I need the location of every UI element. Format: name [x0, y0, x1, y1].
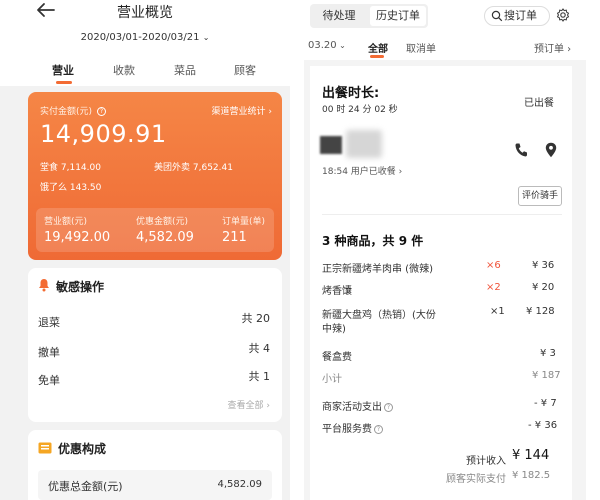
sensitive-ops-card: 敏感操作 退菜 共 20 撤单 共 4 免单 共 1 查看全部 ›: [28, 268, 282, 422]
channel-stats-link[interactable]: 渠道营业统计 ›: [212, 104, 273, 117]
view-all-link[interactable]: 查看全部 ›: [228, 398, 270, 411]
tab-revenue[interactable]: 营业: [52, 62, 74, 78]
tab-history[interactable]: 历史订单: [370, 6, 426, 26]
phone-icon[interactable]: [514, 142, 528, 158]
chevron-down-icon: ⌄: [336, 41, 346, 50]
order-card[interactable]: 出餐时长: 00 时 24 分 02 秒 已出餐 18:54 用户已收餐 › 评…: [310, 66, 572, 500]
revenue-stats-box: 营业额(元) 19,492.00 优惠金额(元) 4,582.09 订单量(单)…: [36, 208, 274, 252]
divider: [322, 214, 562, 215]
chevron-right-icon: ›: [395, 167, 403, 177]
customer-paid-label: 顾客实际支付: [446, 474, 506, 485]
tab-payments[interactable]: 收款: [113, 62, 135, 78]
ops-free-label[interactable]: 免单: [38, 372, 60, 388]
discount-breakdown-card: 优惠构成 优惠总金额(元) 4,582.09: [28, 430, 282, 500]
item-3-qty: ×1: [490, 306, 505, 317]
platform-fee-value: - ¥ 36: [528, 420, 558, 431]
discount-total-value: 4,582.09: [217, 479, 262, 490]
prep-time-label: 出餐时长:: [322, 86, 380, 101]
revenue-card: 实付金额(元) ? 渠道营业统计 › 14,909.91 堂食 7,114.00…: [28, 92, 282, 260]
item-1-qty: ×6: [486, 260, 501, 271]
channel-dinein: 堂食 7,114.00: [40, 163, 101, 173]
coupon-icon: [38, 442, 52, 454]
customer-paid-value: ¥ 182.5: [512, 470, 551, 481]
filter-preorder[interactable]: 预订单 ›: [534, 40, 571, 55]
box-fee-value: ¥ 3: [540, 348, 556, 359]
order-count-value: 211: [222, 230, 247, 245]
business-overview-panel: 营业概览 2020/03/01-2020/03/21 ⌄ 营业 收款 菜品 顾客…: [0, 0, 290, 500]
search-icon: [491, 10, 503, 22]
subtotal-value: ¥ 187: [532, 370, 561, 381]
prep-time-value: 00 时 24 分 02 秒: [322, 105, 398, 115]
discount-total-label: 优惠总金额(元): [48, 480, 123, 493]
gear-icon[interactable]: [556, 8, 570, 22]
tab-customers[interactable]: 顾客: [234, 62, 256, 78]
overview-header: 营业概览 2020/03/01-2020/03/21 ⌄ 营业 收款 菜品 顾客: [0, 0, 290, 86]
actual-amount-label: 实付金额(元) ?: [40, 104, 106, 117]
platform-fee-label: 平台服务费?: [322, 420, 383, 435]
discount-total-row: 优惠总金额(元) 4,582.09: [38, 470, 272, 500]
orders-header: 待处理 历史订单 搜订单 03.20 ⌄ 全部 取消单 预订单 ›: [304, 0, 586, 60]
bell-icon: [39, 279, 49, 292]
help-icon[interactable]: ?: [374, 425, 383, 434]
ops-cancel-label[interactable]: 撤单: [38, 344, 60, 360]
chevron-down-icon: ⌄: [202, 33, 210, 42]
filter-cancelled[interactable]: 取消单: [406, 40, 436, 55]
page-title: 营业概览: [117, 5, 173, 21]
help-icon[interactable]: ?: [384, 403, 393, 412]
tab-dishes[interactable]: 菜品: [174, 62, 196, 78]
discount-breakdown-title: 优惠构成: [58, 442, 107, 456]
item-3-name-cont: 中辣): [322, 324, 346, 335]
orders-panel: 待处理 历史订单 搜订单 03.20 ⌄ 全部 取消单 预订单 › 出餐时长: …: [304, 0, 586, 500]
help-icon[interactable]: ?: [96, 107, 106, 116]
rate-rider-button[interactable]: 评价骑手: [518, 186, 562, 206]
order-status: 已出餐: [524, 98, 554, 109]
ops-free-count: 共 1: [248, 370, 271, 383]
search-orders-button[interactable]: 搜订单: [484, 6, 550, 26]
merchant-activity-label: 商家活动支出?: [322, 398, 393, 413]
date-range-selector[interactable]: 2020/03/01-2020/03/21 ⌄: [0, 32, 290, 43]
turnover-label: 营业额(元): [44, 217, 88, 227]
actual-amount-value: 14,909.91: [40, 120, 167, 148]
turnover-value: 19,492.00: [44, 230, 111, 245]
expected-income-label: 预计收入: [466, 456, 506, 467]
item-1-price: ¥ 36: [532, 260, 555, 271]
merchant-activity-value: - ¥ 7: [534, 398, 557, 409]
item-3-price: ¥ 128: [526, 306, 555, 317]
order-segment-control: 待处理 历史订单: [310, 4, 428, 28]
expected-income-value: ¥ 144: [512, 448, 550, 463]
items-summary: 3 种商品，共 9 件: [322, 234, 424, 248]
subtotal-label: 小计: [322, 374, 342, 385]
search-orders-label: 搜订单: [504, 9, 537, 22]
filter-date[interactable]: 03.20 ⌄: [308, 40, 346, 51]
item-3-name: 新疆大盘鸡（热销）(大份: [322, 310, 436, 321]
customer-name-redacted: [346, 130, 382, 158]
discount-label: 优惠金额(元): [136, 217, 189, 227]
location-pin-icon[interactable]: [544, 142, 558, 158]
order-count-label: 订单量(单): [222, 217, 266, 227]
customer-avatar: [320, 136, 342, 154]
item-2-price: ¥ 20: [532, 282, 555, 293]
item-1-name: 正宗新疆烤羊肉串 (微辣): [322, 264, 433, 275]
ops-return-count: 共 20: [241, 312, 271, 325]
box-fee-label: 餐盒费: [322, 352, 352, 363]
chevron-right-icon: ›: [268, 107, 272, 117]
active-tab-indicator: [56, 81, 72, 84]
receipt-status: 18:54 用户已收餐 ›: [322, 167, 403, 177]
ops-cancel-count: 共 4: [248, 342, 271, 355]
date-range-text: 2020/03/01-2020/03/21: [80, 32, 200, 43]
item-2-name: 烤香馕: [322, 286, 352, 297]
channel-eleme: 饿了么 143.50: [40, 183, 102, 193]
sensitive-ops-title: 敏感操作: [56, 280, 105, 294]
discount-value: 4,582.09: [136, 230, 194, 245]
item-2-qty: ×2: [486, 282, 501, 293]
channel-meituan: 美团外卖 7,652.41: [154, 163, 233, 173]
chevron-right-icon: ›: [564, 44, 572, 55]
active-filter-indicator: [370, 55, 384, 58]
filter-all[interactable]: 全部: [368, 40, 388, 55]
chevron-right-icon: ›: [263, 401, 270, 411]
tab-pending[interactable]: 待处理: [312, 6, 366, 26]
ops-return-label[interactable]: 退菜: [38, 314, 60, 330]
